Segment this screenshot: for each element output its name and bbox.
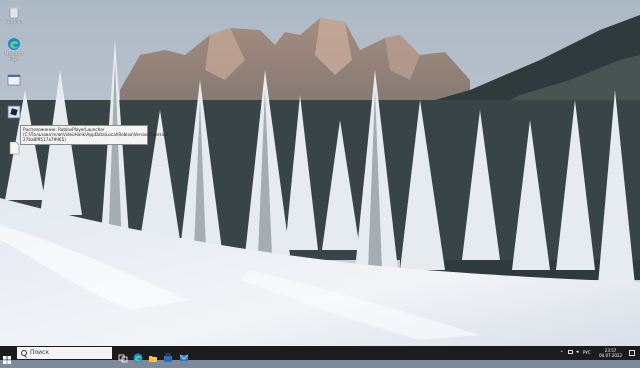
taskbar: Поиск ^ ◂ РУС 23:57 04.07.2022 (0, 346, 640, 364)
language-indicator[interactable]: РУС (583, 350, 591, 355)
task-view-button[interactable] (118, 348, 128, 363)
shortcut-icon (7, 72, 21, 86)
file-icon (7, 140, 21, 155)
desktop-icon-roblox[interactable] (2, 104, 26, 119)
volume-icon[interactable]: ◂ (576, 349, 579, 355)
desktop-icon-edge[interactable]: Microsoft Edge (2, 36, 26, 61)
desktop-wallpaper (0, 0, 640, 346)
store-icon (164, 353, 172, 362)
taskbar-file-explorer[interactable] (148, 348, 158, 362)
recycle-bin-icon (7, 4, 21, 19)
taskbar-search-box[interactable]: Поиск (17, 347, 112, 359)
roblox-player-icon (7, 104, 21, 119)
clock-date: 04.07.2022 (599, 353, 622, 358)
network-icon[interactable] (568, 350, 573, 354)
search-placeholder: Поиск (30, 349, 50, 356)
taskbar-mail[interactable] (179, 348, 189, 361)
mail-icon (179, 354, 189, 361)
taskbar-clock[interactable]: 23:57 04.07.2022 (599, 348, 622, 358)
desktop-icon-shortcut[interactable] (2, 72, 26, 86)
task-view-icon (118, 354, 128, 363)
taskbar-edge[interactable] (133, 348, 143, 363)
search-icon (21, 350, 27, 356)
file-explorer-icon (149, 356, 157, 362)
chevron-up-icon[interactable]: ^ (560, 350, 563, 355)
edge-icon (133, 353, 143, 363)
start-button[interactable] (3, 349, 11, 364)
windows-logo-icon (3, 356, 11, 364)
desktop-icon-recycle-bin[interactable]: Корзина (2, 4, 26, 24)
shortcut-tooltip: Расположение: RobloxPlayerLauncher (C:\П… (20, 125, 170, 145)
desktop-icon-label: Корзина (5, 19, 23, 24)
desktop-icon-label: Microsoft Edge (4, 51, 24, 61)
edge-icon (7, 36, 21, 50)
taskbar-store[interactable] (163, 348, 173, 362)
notification-center-icon[interactable] (629, 350, 635, 356)
system-tray[interactable]: ^ ◂ РУС (560, 346, 600, 360)
